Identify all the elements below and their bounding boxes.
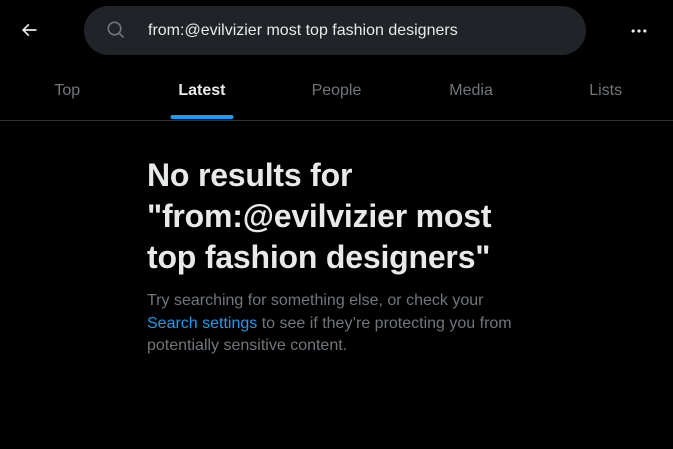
- search-tabs: Top Latest People Media Lists: [0, 62, 673, 120]
- tab-label: Latest: [178, 82, 226, 99]
- empty-state-message: Try searching for something else, or che…: [147, 290, 522, 358]
- search-settings-link[interactable]: Search settings: [147, 315, 257, 332]
- more-options-button[interactable]: [622, 14, 656, 48]
- search-input[interactable]: [148, 6, 568, 55]
- more-horizontal-icon: [631, 29, 647, 33]
- tab-label: Top: [54, 82, 81, 99]
- tab-label: People: [311, 82, 362, 99]
- empty-state-text-before: Try searching for something else, or che…: [147, 292, 484, 309]
- tab-media[interactable]: Media: [404, 62, 539, 120]
- search-icon: [107, 21, 125, 39]
- tab-label: Lists: [589, 82, 623, 99]
- tab-latest[interactable]: Latest: [135, 62, 270, 120]
- arrow-left-icon: [21, 23, 37, 37]
- search-box[interactable]: [84, 6, 586, 55]
- search-header: [0, 0, 673, 62]
- tabs-divider: [0, 120, 673, 121]
- active-tab-indicator: [170, 115, 234, 119]
- tab-lists[interactable]: Lists: [538, 62, 673, 120]
- tab-label: Media: [449, 82, 493, 99]
- empty-state-title: No results for "from:@evilvizier most to…: [147, 157, 492, 275]
- tab-people[interactable]: People: [269, 62, 404, 120]
- tab-top[interactable]: Top: [0, 62, 135, 120]
- empty-state: No results for "from:@evilvizier most to…: [147, 155, 527, 358]
- back-button[interactable]: [12, 13, 46, 47]
